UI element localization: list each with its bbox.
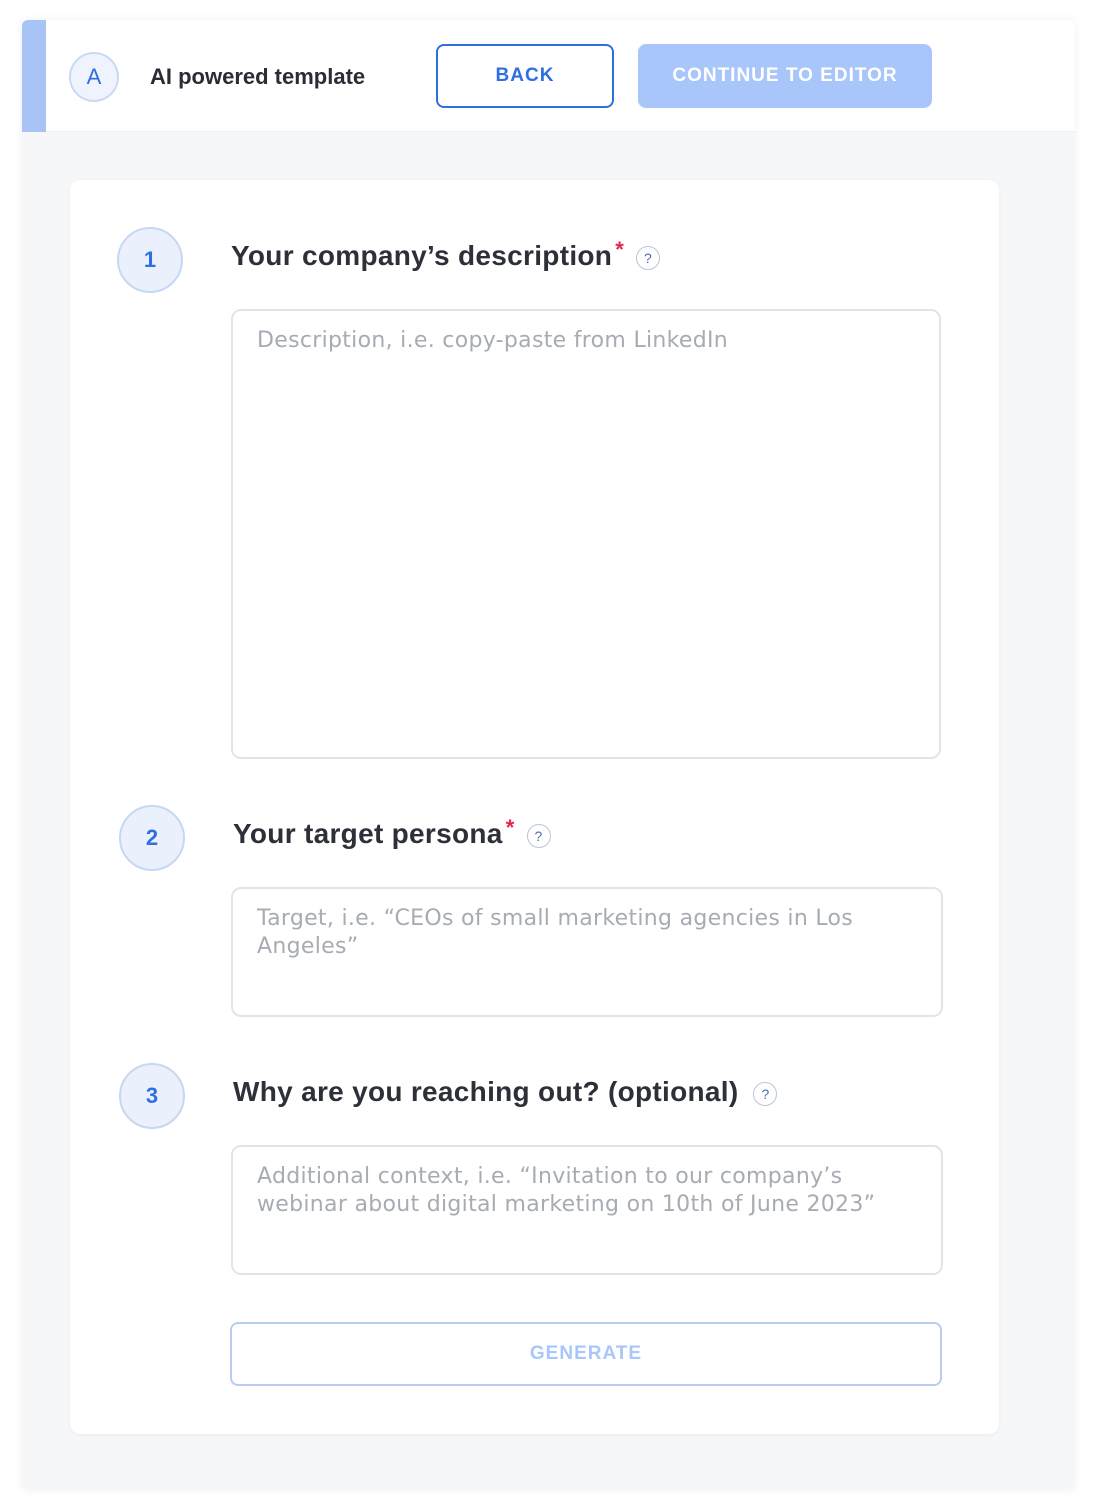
header-accent-bar [22,20,46,132]
target-persona-input[interactable] [231,887,943,1017]
required-marker: * [615,237,625,262]
step-number-label: 2 [145,825,159,850]
step-number-2: 2 [119,805,185,871]
help-icon[interactable]: ? [753,1082,778,1106]
step-title-text: Your target persona [233,818,503,849]
continue-to-editor-button[interactable]: CONTINUE TO EDITOR [638,44,932,108]
page-title: AI powered template [150,64,366,89]
company-description-input[interactable] [231,309,941,759]
step-title-target-persona: Your target persona * ? [233,815,551,850]
reaching-out-context-input[interactable] [231,1145,943,1275]
template-form-card: 1 Your company’s description * ? 2 Your … [70,180,999,1434]
avatar-letter: A [86,64,102,89]
back-button[interactable]: BACK [436,44,614,108]
avatar: A [69,52,119,102]
required-marker: * [505,815,515,840]
step-title-reaching-out: Why are you reaching out? (optional) ? [233,1076,778,1108]
step-title-text: Your company’s description [231,240,613,271]
step-number-label: 1 [143,247,157,272]
step-number-3: 3 [119,1063,185,1129]
step-title-company-description: Your company’s description * ? [231,237,661,272]
step-number-1: 1 [117,227,183,293]
generate-button[interactable]: GENERATE [230,1322,942,1386]
step-title-text: Why are you reaching out? (optional) [233,1076,739,1107]
header-bar: A AI powered template BACK CONTINUE TO E… [22,20,1075,132]
help-icon[interactable]: ? [636,246,661,270]
help-icon[interactable]: ? [526,824,551,848]
step-number-label: 3 [145,1083,159,1108]
app-frame: A AI powered template BACK CONTINUE TO E… [22,20,1075,1490]
